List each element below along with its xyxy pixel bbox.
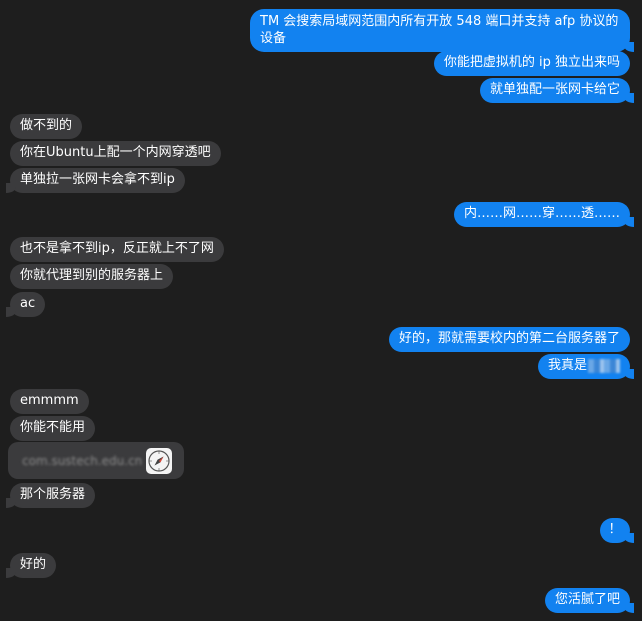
message-text: TM 会搜索局域网范围内所有开放 548 端口并支持 afp 协议的设备 xyxy=(260,14,619,46)
message-text: ac xyxy=(20,296,36,311)
message-bubble-outgoing[interactable]: 好的，那就需要校内的第二台服务器了 xyxy=(388,327,630,352)
message-bubble-incoming[interactable]: 你在Ubuntu上配一个内网穿透吧 xyxy=(10,141,221,166)
message-bubble-incoming[interactable]: 你就代理到别的服务器上 xyxy=(10,264,174,289)
message-text: 你就代理到别的服务器上 xyxy=(20,268,164,283)
message-text: 那个服务器 xyxy=(20,487,86,502)
message-text: 你能把虚拟机的 ip 独立出来吗 xyxy=(443,55,620,70)
message-bubble-outgoing[interactable]: 我真是 xyxy=(537,354,635,379)
message-bubble-outgoing[interactable]: TM 会搜索局域网范围内所有开放 548 端口并支持 afp 协议的设备 xyxy=(250,9,634,52)
message-text: 好的，那就需要校内的第二台服务器了 xyxy=(398,331,620,346)
message-bubble-incoming[interactable]: 单独拉一张网卡会拿不到ip xyxy=(6,168,185,193)
message-text: 也不是拿不到ip，反正就上不了网 xyxy=(20,241,214,256)
message-bubble-incoming[interactable]: ac xyxy=(5,292,46,317)
message-bubble-outgoing[interactable]: ！ xyxy=(600,518,634,543)
message-bubble-outgoing[interactable]: 就单独配一张网卡给它 xyxy=(479,78,635,103)
message-text: 就单独配一张网卡给它 xyxy=(489,82,620,97)
redacted-image xyxy=(588,358,620,373)
message-text: 内……网……穿……透…… xyxy=(463,206,620,221)
message-text: 单独拉一张网卡会拿不到ip xyxy=(20,172,175,187)
message-bubble-incoming[interactable]: 做不到的 xyxy=(10,114,83,139)
message-text: 我真是 xyxy=(547,358,587,373)
message-bubble-incoming[interactable]: 也不是拿不到ip，反正就上不了网 xyxy=(10,237,224,262)
link-url: com.sustech.edu.cn xyxy=(22,454,143,468)
message-text: 你能不能用 xyxy=(20,420,86,435)
message-text: 做不到的 xyxy=(20,118,73,133)
message-bubble-incoming[interactable]: 你能不能用 xyxy=(10,416,96,441)
message-text: ！ xyxy=(608,522,622,537)
message-bubble-incoming[interactable]: 好的 xyxy=(5,553,57,578)
message-text: 您活腻了吧 xyxy=(554,592,620,607)
link-preview-card[interactable]: com.sustech.edu.cn xyxy=(8,442,184,479)
message-bubble-outgoing[interactable]: 您活腻了吧 xyxy=(544,588,635,613)
message-text: 你在Ubuntu上配一个内网穿透吧 xyxy=(20,145,211,160)
message-text: 好的 xyxy=(20,557,47,572)
message-bubble-incoming[interactable]: emmmm xyxy=(10,389,89,414)
message-text: emmmm xyxy=(20,393,79,408)
message-bubble-outgoing[interactable]: 内……网……穿……透…… xyxy=(453,202,635,227)
message-bubble-outgoing[interactable]: 你能把虚拟机的 ip 独立出来吗 xyxy=(433,51,630,76)
safari-compass-icon xyxy=(146,448,172,474)
message-bubble-incoming[interactable]: 那个服务器 xyxy=(5,483,96,508)
